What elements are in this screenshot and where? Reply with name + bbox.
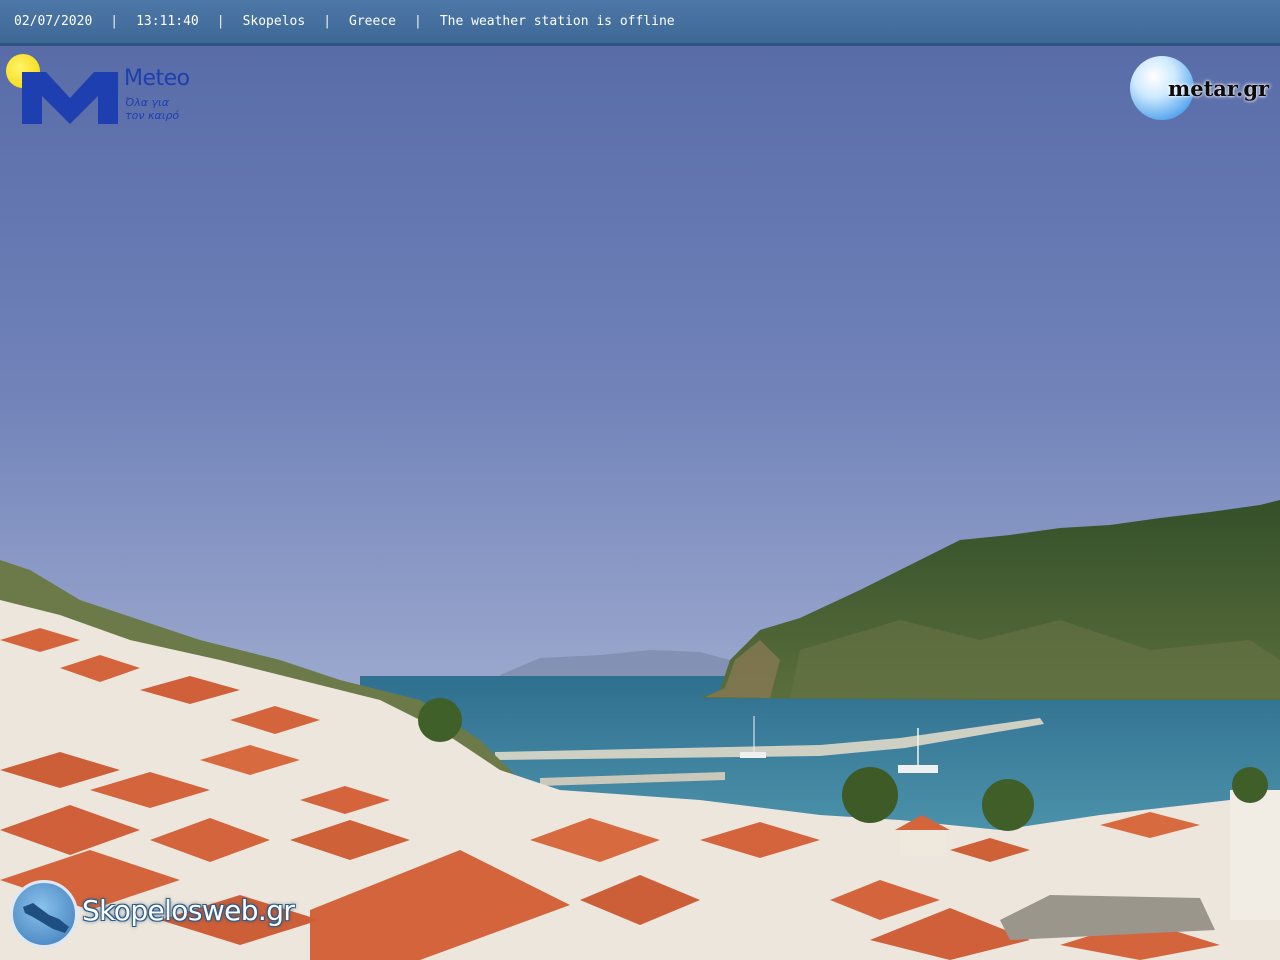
meteo-name: Meteo [124,66,190,91]
tree [842,767,898,823]
meteo-tagline-line1: Όλα για [125,96,169,109]
separator: | [413,14,422,29]
tree [1232,767,1268,803]
boat [740,752,766,758]
skopelosweb-name: Skopelosweb.gr [82,894,295,927]
date-text: 02/07/2020 [14,14,93,29]
meteo-tagline: Όλα για τον καιρό [125,96,179,122]
metar-name: metar.gr [1168,76,1270,101]
island-map-icon [10,880,78,948]
separator: | [323,14,332,29]
meteo-logo: Meteo Όλα για τον καιρό [6,54,206,130]
separator: | [110,14,119,29]
church-tower [900,830,946,856]
station-status-text: The weather station is offline [439,14,675,29]
boat [898,765,938,773]
harbor-landscape [0,0,1280,960]
metar-logo: metar.gr [1128,56,1278,122]
country-text: Greece [349,14,396,29]
separator: | [216,14,225,29]
info-bar: 02/07/2020 | 13:11:40 | Skopelos | Greec… [0,0,1280,46]
tree [982,779,1034,831]
tree [418,698,462,742]
skopelosweb-logo: Skopelosweb.gr [10,880,320,950]
meteo-tagline-line2: τον καιρό [125,109,180,122]
location-text: Skopelos [242,14,306,29]
webcam-frame: 02/07/2020 | 13:11:40 | Skopelos | Greec… [0,0,1280,960]
island-shape [23,903,69,933]
meteo-m-icon [22,72,118,124]
time-text: 13:11:40 [136,14,199,29]
white-building [1230,790,1280,920]
